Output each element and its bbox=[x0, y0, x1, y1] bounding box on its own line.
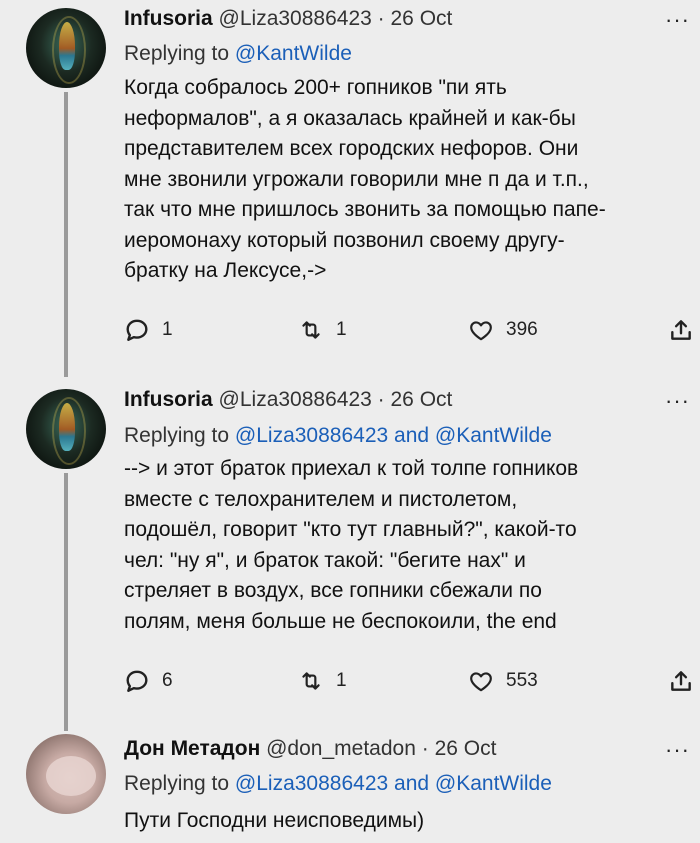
retweet-button[interactable]: 1 bbox=[298, 317, 347, 343]
tweet-text: Когда собралось 200+ гопников "пи ять не… bbox=[124, 76, 606, 282]
share-icon bbox=[671, 320, 691, 340]
tweet-date[interactable]: 26 Oct bbox=[435, 737, 497, 760]
avatar[interactable] bbox=[26, 8, 106, 88]
tweet-date[interactable]: 26 Oct bbox=[391, 7, 453, 30]
more-icon[interactable]: ··· bbox=[665, 739, 690, 761]
tweet-text: --> и этот браток приехал к той толпе го… bbox=[124, 457, 579, 633]
retweet-button[interactable]: 1 bbox=[298, 668, 347, 694]
like-count: 396 bbox=[506, 319, 538, 340]
retweet-icon bbox=[302, 321, 320, 339]
retweet-icon bbox=[302, 672, 320, 690]
reply-button[interactable]: 6 bbox=[124, 668, 173, 694]
replying-prefix: Replying to bbox=[124, 772, 230, 795]
mention-links[interactable]: @KantWilde bbox=[235, 42, 352, 65]
tweet-header: Infusoria @Liza30886423 · 26 Oct bbox=[124, 6, 452, 32]
replying-to: Replying to @KantWilde bbox=[124, 41, 352, 67]
tweet-actions: 6 1 553 bbox=[124, 668, 694, 698]
author-name[interactable]: Infusoria bbox=[124, 388, 213, 411]
avatar[interactable] bbox=[26, 389, 106, 469]
like-button[interactable]: 553 bbox=[468, 668, 538, 694]
mention-links[interactable]: @Liza30886423 and @KantWilde bbox=[235, 424, 552, 447]
author-name[interactable]: Дон Метадон bbox=[124, 737, 260, 760]
more-icon[interactable]: ··· bbox=[665, 390, 690, 412]
replying-prefix: Replying to bbox=[124, 42, 230, 65]
replying-prefix: Replying to bbox=[124, 424, 230, 447]
author-handle[interactable]: @Liza30886423 bbox=[219, 388, 372, 411]
tweet-header: Дон Метадон @don_metadon · 26 Oct bbox=[124, 736, 496, 762]
replying-to: Replying to @Liza30886423 and @KantWilde bbox=[124, 423, 552, 449]
retweet-count: 1 bbox=[336, 670, 347, 691]
reply-button[interactable]: 1 bbox=[124, 317, 173, 343]
reply-icon bbox=[126, 670, 148, 692]
share-button[interactable] bbox=[668, 668, 694, 694]
tweet-header: Infusoria @Liza30886423 · 26 Oct bbox=[124, 387, 452, 413]
like-icon bbox=[470, 672, 492, 692]
thread-line bbox=[64, 473, 68, 731]
like-button[interactable]: 396 bbox=[468, 317, 538, 343]
like-icon bbox=[470, 321, 492, 341]
avatar[interactable] bbox=[26, 734, 106, 814]
replying-to: Replying to @Liza30886423 and @KantWilde bbox=[124, 771, 552, 797]
mention-links[interactable]: @Liza30886423 and @KantWilde bbox=[235, 772, 552, 795]
more-icon[interactable]: ··· bbox=[665, 9, 690, 31]
reply-count: 6 bbox=[162, 670, 173, 691]
tweet-actions: 1 1 396 bbox=[124, 317, 694, 347]
separator: · bbox=[421, 737, 429, 760]
reply-icon bbox=[126, 319, 148, 341]
tweet-date[interactable]: 26 Oct bbox=[391, 388, 453, 411]
author-handle[interactable]: @Liza30886423 bbox=[219, 7, 372, 30]
separator: · bbox=[377, 7, 385, 30]
separator: · bbox=[377, 388, 385, 411]
retweet-count: 1 bbox=[336, 319, 347, 340]
reply-count: 1 bbox=[162, 319, 173, 340]
author-handle[interactable]: @don_metadon bbox=[266, 737, 416, 760]
tweet-text: Пути Господни неисповедимы) bbox=[124, 809, 425, 832]
share-button[interactable] bbox=[668, 317, 694, 343]
author-name[interactable]: Infusoria bbox=[124, 7, 213, 30]
thread-line bbox=[64, 92, 68, 377]
share-icon bbox=[671, 671, 691, 691]
like-count: 553 bbox=[506, 670, 538, 691]
